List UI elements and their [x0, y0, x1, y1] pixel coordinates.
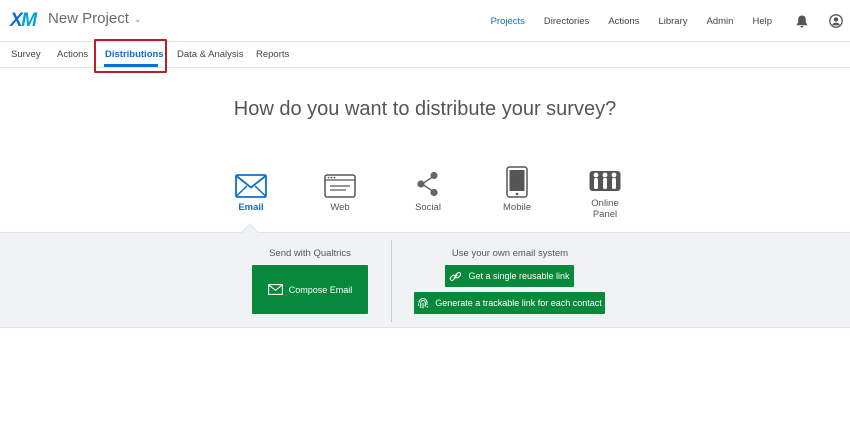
project-title-text: New Project: [48, 10, 129, 27]
trackable-link-button[interactable]: Generate a trackable link for each conta…: [414, 292, 605, 314]
browser-window-icon: [305, 158, 375, 198]
user-account-icon[interactable]: [829, 14, 843, 28]
method-email-label: Email: [238, 202, 264, 213]
nav-admin[interactable]: Admin: [707, 16, 734, 27]
nav-library[interactable]: Library: [658, 16, 687, 27]
mobile-phone-icon: [482, 158, 552, 198]
compose-email-label: Compose Email: [288, 284, 353, 295]
compose-email-button[interactable]: Compose Email: [252, 265, 368, 314]
own-email-system-heading: Use your own email system: [451, 248, 569, 259]
nav-help[interactable]: Help: [752, 16, 772, 27]
method-social[interactable]: Social: [393, 158, 463, 213]
method-mobile-label: Mobile: [503, 202, 531, 213]
link-icon: [449, 270, 462, 283]
distribution-methods: Email Web Social Mobile Online Panel: [0, 158, 850, 232]
page-headline: How do you want to distribute your surve…: [233, 98, 617, 120]
trackable-link-label: Generate a trackable link for each conta…: [435, 298, 602, 308]
method-email[interactable]: Email: [216, 158, 286, 213]
method-web[interactable]: Web: [305, 158, 375, 213]
tab-actions[interactable]: Actions: [57, 42, 88, 68]
nav-directories[interactable]: Directories: [544, 16, 589, 27]
fingerprint-icon: [417, 297, 429, 310]
reusable-link-button[interactable]: Get a single reusable link: [445, 265, 574, 287]
people-group-icon: [570, 154, 640, 194]
project-title[interactable]: New Project ⌄: [48, 10, 141, 27]
bell-icon[interactable]: [795, 14, 809, 28]
envelope-icon: [216, 158, 286, 198]
panel-divider: [391, 240, 392, 322]
envelope-icon: [267, 284, 283, 295]
top-nav: Projects Directories Actions Library Adm…: [472, 0, 850, 42]
highlight-box: [94, 39, 167, 73]
nav-projects[interactable]: Projects: [491, 16, 525, 27]
tab-data-analysis[interactable]: Data & Analysis: [177, 42, 244, 68]
send-with-qualtrics-heading: Send with Qualtrics: [269, 248, 351, 259]
method-online-panel[interactable]: Online Panel: [570, 154, 640, 220]
chevron-down-icon: ⌄: [133, 14, 142, 24]
reusable-link-label: Get a single reusable link: [468, 271, 570, 281]
tab-survey[interactable]: Survey: [11, 42, 41, 68]
nav-actions[interactable]: Actions: [608, 16, 639, 27]
tab-reports[interactable]: Reports: [256, 42, 289, 68]
top-bar: XM New Project ⌄ Projects Directories Ac…: [0, 0, 850, 42]
method-mobile[interactable]: Mobile: [482, 158, 552, 213]
share-icon: [393, 158, 463, 198]
xm-logo[interactable]: XM: [10, 10, 37, 32]
method-web-label: Web: [330, 202, 350, 213]
method-online-panel-label: Online Panel: [591, 198, 619, 220]
method-social-label: Social: [415, 202, 441, 213]
